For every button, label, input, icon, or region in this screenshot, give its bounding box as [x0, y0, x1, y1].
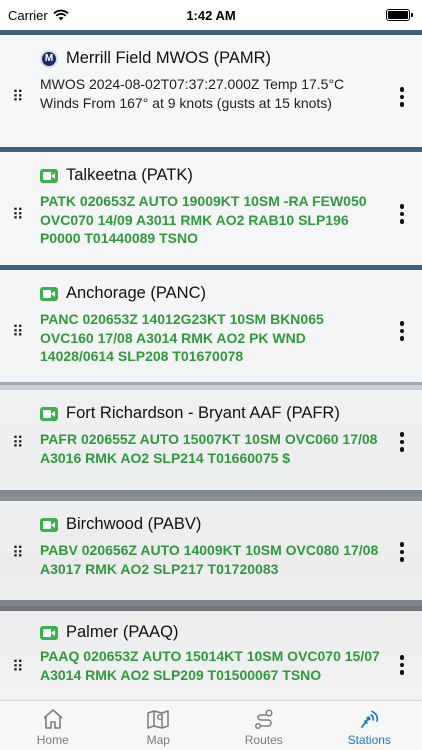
tab-routes-label: Routes — [244, 733, 283, 747]
routes-icon — [254, 709, 273, 730]
drag-handle-icon[interactable]: ⠿ — [12, 325, 26, 341]
tab-stations[interactable]: Stations — [317, 701, 422, 750]
home-icon — [43, 709, 63, 729]
wifi-icon — [53, 9, 69, 21]
station-report: MWOS 2024-08-02T07:37:27.000Z Temp 17.5°… — [40, 76, 345, 111]
station-name: Merrill Field MWOS (PAMR) — [66, 49, 272, 67]
station-card[interactable]: ⠿ Anchorage (PANC) PANC 020653Z 14012G23… — [0, 265, 422, 382]
tab-home[interactable]: Home — [0, 701, 106, 750]
camera-icon[interactable] — [40, 625, 58, 640]
station-report: PAFR 020655Z AUTO 15007KT 10SM OVC060 17… — [40, 431, 378, 466]
tab-routes[interactable]: Routes — [211, 701, 317, 750]
camera-icon[interactable] — [40, 406, 58, 421]
station-report: PABV 020656Z AUTO 14009KT 10SM OVC080 17… — [40, 542, 379, 577]
station-title-row: Anchorage (PANC) — [40, 284, 206, 303]
station-title-row: Talkeetna (PATK) — [40, 166, 193, 185]
tab-map-label: Map — [146, 733, 170, 747]
station-report: PAAQ 020653Z AUTO 15014KT 10SM OVC070 15… — [40, 648, 380, 683]
stations-list[interactable]: ⠿ M Merrill Field MWOS (PAMR) MWOS 2024-… — [0, 30, 422, 700]
tab-home-label: Home — [36, 733, 69, 747]
station-name: Fort Richardson - Bryant AAF (PAFR) — [66, 404, 340, 422]
more-options-icon[interactable] — [398, 321, 406, 341]
station-title-row: Fort Richardson - Bryant AAF (PAFR) — [40, 404, 340, 423]
station-card[interactable]: ⠿ Palmer (PAAQ) PAAQ 020653Z AUTO 15014K… — [0, 606, 422, 700]
camera-icon[interactable] — [40, 517, 58, 532]
status-bar: Carrier 1:42 AM — [0, 0, 422, 30]
camera-icon[interactable] — [40, 168, 58, 183]
drag-handle-icon[interactable]: ⠿ — [12, 90, 26, 106]
station-title-row: M Merrill Field MWOS (PAMR) — [40, 49, 271, 68]
tab-bar: Home Map Routes Stations — [0, 700, 422, 750]
station-report: PANC 020653Z 14012G23KT 10SM BKN065 OVC1… — [40, 311, 324, 364]
station-name: Anchorage (PANC) — [66, 284, 207, 302]
drag-handle-icon[interactable]: ⠿ — [12, 436, 26, 452]
battery-fill — [388, 11, 408, 19]
drag-handle-icon[interactable]: ⠿ — [12, 660, 26, 676]
drag-handle-icon[interactable]: ⠿ — [12, 208, 26, 224]
mwos-icon: M — [40, 49, 58, 68]
more-options-icon[interactable] — [398, 87, 406, 107]
station-card[interactable]: ⠿ M Merrill Field MWOS (PAMR) MWOS 2024-… — [0, 30, 422, 147]
stations-icon — [361, 710, 379, 728]
camera-icon[interactable] — [40, 286, 58, 301]
station-card[interactable]: ⠿ Birchwood (PABV) PABV 020656Z AUTO 140… — [0, 496, 422, 600]
station-name: Birchwood (PABV) — [66, 515, 202, 533]
station-name: Palmer (PAAQ) — [66, 623, 179, 641]
tab-stations-label: Stations — [347, 733, 391, 747]
station-card[interactable]: ⠿ Talkeetna (PATK) PATK 020653Z AUTO 190… — [0, 147, 422, 265]
carrier-label: Carrier — [8, 7, 48, 23]
drag-handle-icon[interactable]: ⠿ — [12, 546, 26, 562]
station-name: Talkeetna (PATK) — [66, 166, 193, 184]
tab-map[interactable]: Map — [106, 701, 212, 750]
more-options-icon[interactable] — [398, 432, 406, 452]
more-options-icon[interactable] — [398, 655, 406, 675]
station-title-row: Palmer (PAAQ) — [40, 623, 178, 642]
map-icon — [147, 710, 169, 729]
more-options-icon[interactable] — [398, 542, 406, 562]
battery-icon — [386, 9, 413, 21]
status-left: Carrier — [8, 8, 69, 23]
station-report: PATK 020653Z AUTO 19009KT 10SM -RA FEW05… — [40, 193, 367, 246]
station-title-row: Birchwood (PABV) — [40, 515, 201, 534]
station-card[interactable]: ⠿ Fort Richardson - Bryant AAF (PAFR) PA… — [0, 385, 422, 490]
more-options-icon[interactable] — [398, 204, 406, 224]
